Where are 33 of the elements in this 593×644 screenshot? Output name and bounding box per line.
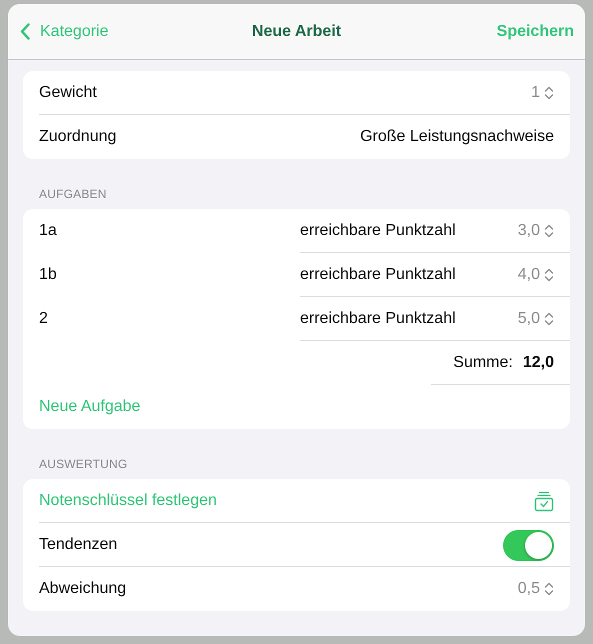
task-name: 1a <box>39 221 58 241</box>
points-label: erreichbare Punktzahl <box>300 266 456 284</box>
tray-check-icon[interactable] <box>534 490 554 512</box>
stepper-control[interactable]: 5,0 <box>518 310 554 328</box>
setting-value[interactable]: Große Leistungsnachweise <box>360 128 554 146</box>
up-down-chevron-icon <box>544 268 554 282</box>
save-button[interactable]: Speichern <box>496 22 574 40</box>
stepper-control[interactable]: 4,0 <box>518 266 554 284</box>
sheet-title: Neue Arbeit <box>252 22 342 40</box>
up-down-chevron-icon <box>544 224 554 238</box>
section-header: AUFGABEN <box>38 186 108 203</box>
sum-value: 12,0 <box>522 354 554 372</box>
back-button[interactable]: Kategorie <box>20 22 108 40</box>
grade-key-link[interactable]: Notenschlüssel festlegen <box>39 492 217 510</box>
up-down-chevron-icon <box>544 86 554 100</box>
sum-label: Summe: <box>453 354 513 372</box>
stepper-control[interactable]: 1 <box>531 84 554 102</box>
task-name: 1b <box>39 265 58 285</box>
section-header: AUSWERTUNG <box>38 456 128 473</box>
up-down-chevron-icon <box>544 582 554 596</box>
task-name: 2 <box>39 309 49 329</box>
chevron-left-icon <box>20 23 30 40</box>
stepper-control[interactable]: 3,0 <box>518 222 554 240</box>
points-label: erreichbare Punktzahl <box>300 310 456 328</box>
points-label: erreichbare Punktzahl <box>300 222 456 240</box>
setting-label: Abweichung <box>39 580 126 598</box>
add-task-link[interactable]: Neue Aufgabe <box>39 398 140 416</box>
toggle-switch[interactable] <box>503 530 554 560</box>
up-down-chevron-icon <box>544 312 554 326</box>
toggle-label: Tendenzen <box>39 536 118 554</box>
setting-label: Zuordnung <box>39 128 116 146</box>
stepper-control[interactable]: 0,5 <box>518 580 554 598</box>
setting-label: Gewicht <box>39 84 97 102</box>
